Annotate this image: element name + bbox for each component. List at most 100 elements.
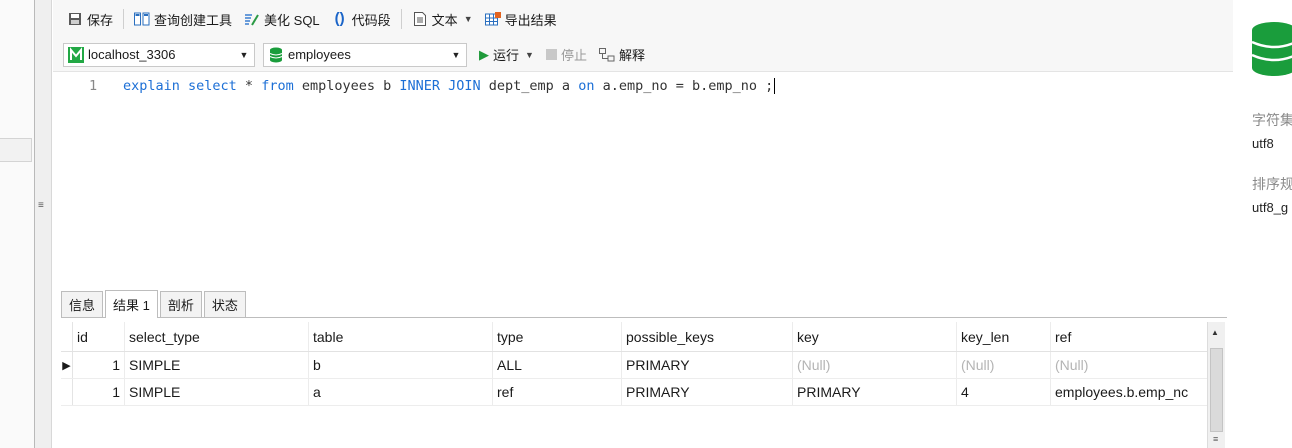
sql-keyword: from bbox=[261, 78, 294, 94]
collation-value: utf8_g bbox=[1252, 200, 1289, 215]
database-name: employees bbox=[288, 47, 351, 62]
query-window: 保存 查询创建工具 美化 SQL () 代码段 文本 ▼ 导出结果 localh… bbox=[53, 0, 1233, 448]
left-panel-splitter[interactable]: ≡ bbox=[34, 0, 52, 448]
beautify-label: 美化 SQL bbox=[264, 12, 320, 28]
cell-key-len[interactable]: 4 bbox=[957, 379, 1051, 405]
current-row-arrow-icon[interactable]: ▶ bbox=[61, 352, 73, 378]
save-label: 保存 bbox=[87, 12, 114, 28]
sql-text: a.emp_no = b.emp_no ; bbox=[594, 78, 774, 94]
cell-type[interactable]: ALL bbox=[493, 352, 622, 378]
result-tabs: 信息 结果 1 剖析 状态 bbox=[61, 290, 1227, 318]
database-large-icon bbox=[1252, 22, 1292, 76]
cell-key-len[interactable]: (Null) bbox=[957, 352, 1051, 378]
cell-id[interactable]: 1 bbox=[73, 352, 125, 378]
grid-body: ▶ 1 SIMPLE b ALL PRIMARY (Null) (Null) (Null) 1 SI… bbox=[61, 352, 1207, 406]
connection-icon bbox=[68, 46, 84, 63]
export-label: 导出结果 bbox=[504, 12, 557, 28]
table-row[interactable]: ▶ 1 SIMPLE b ALL PRIMARY (Null) (Null) (Null) bbox=[61, 352, 1207, 379]
result-tab[interactable]: 信息 bbox=[61, 291, 104, 317]
chevron-down-icon: ▼ bbox=[239, 49, 249, 60]
snippet-icon: () bbox=[334, 10, 345, 27]
splitter-grip-icon: ≡ bbox=[38, 200, 44, 211]
text-mode-label: 文本 bbox=[431, 12, 458, 28]
cell-table[interactable]: a bbox=[309, 379, 493, 405]
database-icon bbox=[268, 47, 284, 63]
cell-key[interactable]: (Null) bbox=[793, 352, 957, 378]
text-cursor bbox=[774, 78, 776, 94]
toolbar-separator bbox=[123, 9, 125, 29]
vertical-scrollbar[interactable]: ▲ ≡ bbox=[1207, 322, 1225, 448]
export-results-button[interactable]: 导出结果 bbox=[479, 7, 563, 31]
stop-icon bbox=[545, 49, 557, 60]
cell-ref[interactable]: (Null) bbox=[1051, 352, 1207, 378]
sql-code-line[interactable]: explain select * from employees b INNER … bbox=[123, 78, 776, 94]
result-tab[interactable]: 剖析 bbox=[159, 291, 202, 317]
connection-select[interactable]: localhost_3306 ▼ bbox=[63, 42, 255, 67]
chevron-down-icon: ▼ bbox=[463, 14, 473, 24]
grid-header-row: id select_type table type possible_keys … bbox=[61, 322, 1207, 352]
cell-ref[interactable]: employees.b.emp_nc bbox=[1051, 379, 1207, 405]
export-icon bbox=[484, 11, 501, 27]
cell-possible-keys[interactable]: PRIMARY bbox=[622, 379, 793, 405]
column-header[interactable]: key bbox=[793, 322, 957, 351]
row-indicator[interactable] bbox=[61, 379, 73, 405]
cell-id[interactable]: 1 bbox=[73, 379, 125, 405]
resize-grip-icon: ≡ bbox=[1213, 434, 1219, 444]
object-tree-panel bbox=[0, 0, 34, 448]
cell-select-type[interactable]: SIMPLE bbox=[125, 352, 309, 378]
run-label: 运行 bbox=[493, 48, 520, 63]
run-button[interactable]: ▶ 运行 ▼ bbox=[473, 45, 540, 64]
column-header[interactable]: possible_keys bbox=[622, 322, 793, 351]
explain-label: 解释 bbox=[618, 48, 645, 63]
save-button[interactable]: 保存 bbox=[61, 7, 119, 31]
stop-label: 停止 bbox=[560, 48, 587, 63]
charset-label: 字符集 bbox=[1252, 112, 1292, 128]
cell-type[interactable]: ref bbox=[493, 379, 622, 405]
cell-table[interactable]: b bbox=[309, 352, 493, 378]
explain-icon bbox=[598, 47, 615, 63]
query-builder-icon bbox=[134, 11, 150, 27]
save-icon bbox=[67, 11, 83, 27]
database-select[interactable]: employees ▼ bbox=[263, 42, 467, 67]
query-toolbar: 保存 查询创建工具 美化 SQL () 代码段 文本 ▼ 导出结果 bbox=[53, 0, 1233, 38]
snippet-button[interactable]: () 代码段 bbox=[326, 7, 397, 31]
row-indicator-header bbox=[61, 322, 73, 351]
stop-button[interactable]: 停止 bbox=[540, 45, 593, 64]
toolbar-separator bbox=[400, 9, 402, 29]
snippet-label: 代码段 bbox=[351, 12, 391, 28]
result-grid[interactable]: id select_type table type possible_keys … bbox=[61, 322, 1207, 448]
column-header[interactable]: ref bbox=[1051, 322, 1207, 351]
scrollbar-thumb[interactable] bbox=[1210, 348, 1223, 432]
sql-keyword: on bbox=[578, 78, 595, 94]
beautify-icon bbox=[244, 11, 260, 27]
result-tab[interactable]: 结果 1 bbox=[105, 290, 158, 318]
document-icon bbox=[412, 11, 428, 27]
sql-editor[interactable]: 1 explain select * from employees b INNE… bbox=[53, 72, 1233, 288]
column-header[interactable]: key_len bbox=[957, 322, 1051, 351]
sql-text: dept_emp a bbox=[480, 78, 579, 94]
sql-text: * bbox=[236, 78, 262, 94]
chevron-down-icon: ▼ bbox=[525, 49, 534, 60]
play-icon: ▶ bbox=[479, 46, 489, 62]
cell-select-type[interactable]: SIMPLE bbox=[125, 379, 309, 405]
cell-possible-keys[interactable]: PRIMARY bbox=[622, 352, 793, 378]
result-tab[interactable]: 状态 bbox=[203, 291, 246, 317]
charset-value: utf8 bbox=[1252, 136, 1274, 151]
beautify-sql-button[interactable]: 美化 SQL bbox=[238, 7, 326, 31]
column-header[interactable]: select_type bbox=[125, 322, 309, 351]
scroll-up-icon[interactable]: ▲ bbox=[1211, 328, 1219, 337]
column-header[interactable]: id bbox=[73, 322, 125, 351]
connection-name: localhost_3306 bbox=[88, 47, 176, 62]
cell-key[interactable]: PRIMARY bbox=[793, 379, 957, 405]
column-header[interactable]: table bbox=[309, 322, 493, 351]
chevron-down-icon: ▼ bbox=[451, 49, 461, 60]
object-tree-item[interactable] bbox=[0, 138, 32, 162]
column-header[interactable]: type bbox=[493, 322, 622, 351]
table-row[interactable]: 1 SIMPLE a ref PRIMARY PRIMARY 4 employees.b.em… bbox=[61, 379, 1207, 406]
sql-keyword: explain select bbox=[123, 78, 237, 94]
query-builder-button[interactable]: 查询创建工具 bbox=[128, 7, 238, 31]
object-info-panel: 字符集 utf8 排序规 utf8_g bbox=[1233, 0, 1292, 448]
connection-bar: localhost_3306 ▼ employees ▼ ▶ 运行 ▼ 停止 解… bbox=[53, 38, 1233, 72]
text-mode-button[interactable]: 文本 ▼ bbox=[406, 7, 479, 31]
explain-button[interactable]: 解释 bbox=[593, 45, 651, 64]
